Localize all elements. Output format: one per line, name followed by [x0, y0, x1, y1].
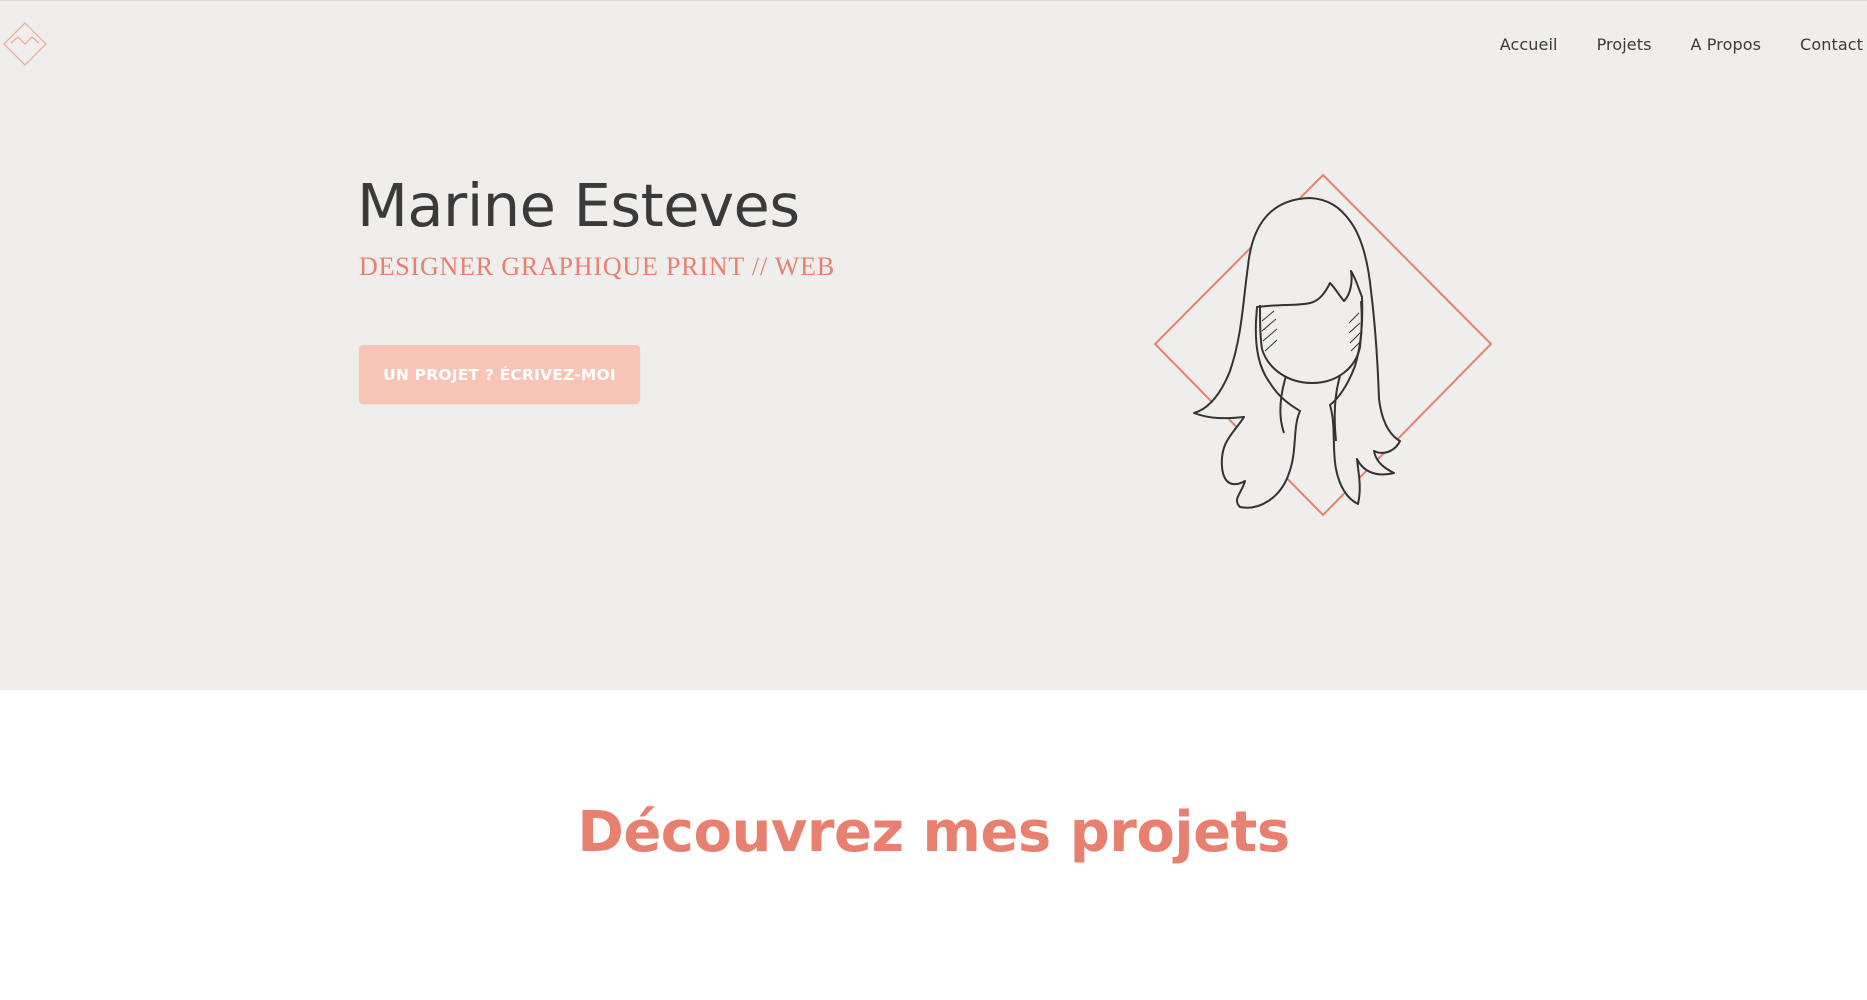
diamond-logo-icon: [3, 22, 47, 66]
nav-item-projets[interactable]: Projets: [1597, 35, 1652, 54]
projects-section-title: Découvrez mes projets: [577, 800, 1290, 865]
site-logo[interactable]: [2, 21, 48, 67]
hero-name: Marine Esteves: [357, 171, 800, 240]
nav-item-contact[interactable]: Contact: [1800, 35, 1863, 54]
main-nav: Accueil Projets A Propos Contact: [1461, 35, 1863, 54]
nav-item-a-propos[interactable]: A Propos: [1691, 35, 1762, 54]
woman-portrait-illustration: [1153, 173, 1493, 517]
hero-subtitle: DESIGNER GRAPHIQUE PRINT // WEB: [359, 252, 835, 281]
contact-cta-button[interactable]: UN PROJET ? ÉCRIVEZ-MOI: [359, 345, 640, 404]
portrait-illustration: [1150, 171, 1496, 525]
hero-section: Accueil Projets A Propos Contact Marine …: [0, 0, 1867, 690]
nav-item-accueil[interactable]: Accueil: [1500, 35, 1558, 54]
